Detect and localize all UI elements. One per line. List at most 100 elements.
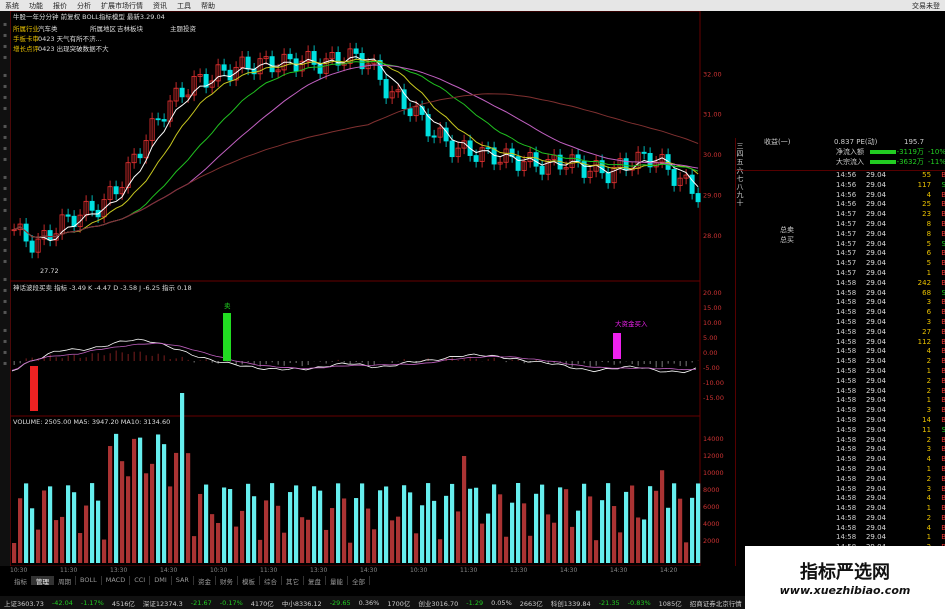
ma-line-5 [13, 56, 699, 242]
tool-icon[interactable]: ▪ [0, 83, 10, 91]
tool-icon[interactable]: ▪ [0, 105, 10, 113]
tool-icon[interactable]: ▪ [0, 287, 10, 295]
buy-signal-bar [30, 366, 38, 411]
tick-row: 14:58 29.04 242 B [836, 279, 945, 289]
candle-body [407, 108, 413, 117]
level-label: 六 [736, 166, 744, 175]
volume-bar [420, 505, 425, 563]
sell-signal-label: 卖 [224, 302, 231, 310]
tick-v: 1 [926, 396, 932, 405]
tool-icon[interactable]: ▪ [0, 338, 10, 346]
menu-item[interactable]: 报价 [48, 1, 72, 11]
tool-icon[interactable]: ▪ [0, 123, 10, 131]
indicator-tab[interactable]: 模板 [238, 576, 260, 586]
tool-icon[interactable]: ▪ [0, 185, 10, 193]
tick-b: B [941, 484, 945, 493]
tool-icon[interactable]: ▪ [0, 43, 10, 51]
tool-icon[interactable]: ▪ [0, 258, 10, 266]
tick-t: 14:58 [836, 513, 857, 522]
volume-axis-tick: 4000 [703, 520, 720, 528]
macd-line-d [11, 342, 697, 371]
menu-item[interactable]: 帮助 [196, 1, 220, 11]
volume-bar [192, 536, 197, 563]
indicator-tab[interactable]: SAR [172, 576, 194, 585]
tick-row: 14:58 29.04 27 B [836, 328, 945, 338]
volume-bar [60, 516, 65, 563]
tick-p: 29.04 [865, 239, 886, 248]
tick-row: 14:56 29.04 117 S [836, 181, 945, 191]
tool-icon[interactable]: ▪ [0, 207, 10, 215]
tool-icon[interactable]: ▪ [0, 349, 10, 357]
tool-icon[interactable]: ▪ [0, 174, 10, 182]
volume-bar [36, 529, 41, 563]
tick-b: B [941, 190, 945, 199]
menu-item[interactable]: 分析 [72, 1, 96, 11]
volume-bar [384, 486, 389, 563]
indicator-tab[interactable]: 量能 [326, 576, 348, 586]
candle-body [695, 193, 701, 203]
indicator-tab[interactable]: MACD [102, 576, 131, 585]
indicator-tab[interactable]: 指标 [10, 576, 32, 586]
volume-bar [468, 488, 473, 563]
tool-icon[interactable]: ▪ [0, 298, 10, 306]
indicator-tab[interactable]: BOLL [76, 576, 102, 585]
tick-p: 29.04 [865, 396, 886, 405]
tool-icon[interactable]: ▪ [0, 276, 10, 284]
tick-b: B [941, 533, 945, 542]
indicator-tab[interactable]: 其它 [282, 576, 304, 586]
login-status[interactable]: 交易未登 [907, 1, 945, 11]
tool-icon[interactable]: ▪ [0, 145, 10, 153]
time-tick: 14:30 [610, 567, 628, 574]
total-sell-label: 总卖 [780, 226, 794, 234]
tick-b: B [941, 386, 945, 395]
volume-bar [312, 486, 317, 563]
tool-icon[interactable]: ▪ [0, 21, 10, 29]
tick-list[interactable]: 14:56 29.04 55 B 14:56 29.04 117 S 14:56 29.04 4 B 1… [736, 171, 945, 553]
indicator-tab[interactable]: 财务 [216, 576, 238, 586]
indicator-tab[interactable]: 复盘 [304, 576, 326, 586]
tick-row: 14:58 29.04 1 B [836, 533, 945, 543]
tick-b: S [941, 425, 945, 434]
tick-row: 14:58 29.04 3 B [836, 485, 945, 495]
volume-bar [186, 453, 191, 563]
indicator-tabs[interactable]: 指标 管理 周期 BOLL MACD CCI DMI SAR 资金 财务 模板 综合 其它 复盘 量能 全部 [10, 576, 370, 586]
tool-icon[interactable]: ▪ [0, 32, 10, 40]
tool-icon[interactable]: ▪ [0, 327, 10, 335]
tool-icon[interactable]: ▪ [0, 225, 10, 233]
indicator-tab[interactable]: 资金 [194, 576, 216, 586]
tool-icon[interactable]: ▪ [0, 72, 10, 80]
indicator-tab[interactable]: 周期 [54, 576, 76, 586]
macd-axis-tick: 5.00 [703, 334, 717, 342]
tick-v: 3 [926, 317, 932, 326]
menu-item[interactable]: 工具 [172, 1, 196, 11]
level-label: 十 [736, 199, 744, 208]
status-item: -0.83% [627, 598, 651, 607]
tool-icon[interactable]: ▪ [0, 134, 10, 142]
tool-icon[interactable]: ▪ [0, 309, 10, 317]
tool-icon[interactable]: ▪ [0, 156, 10, 164]
volume-bar [480, 523, 485, 563]
menu-item[interactable]: 系统 [0, 1, 24, 11]
menu-item[interactable]: 资讯 [148, 1, 172, 11]
tick-t: 14:56 [836, 200, 857, 209]
menu-item[interactable]: 功能 [24, 1, 48, 11]
indicator-tab[interactable]: 综合 [260, 576, 282, 586]
menu-item[interactable]: 扩展市场行情 [96, 1, 148, 11]
indicator-tab[interactable]: CCI [130, 576, 151, 585]
indicator-tab[interactable]: 全部 [348, 576, 370, 586]
tool-icon[interactable]: ▪ [0, 94, 10, 102]
tool-icon[interactable]: ▪ [0, 360, 10, 368]
tool-icon[interactable]: ▪ [0, 196, 10, 204]
volume-bar [156, 434, 161, 563]
volume-bar [630, 485, 635, 563]
tool-icon[interactable]: ▪ [0, 54, 10, 62]
flow-value: -3632万 [896, 158, 924, 166]
tick-row: 14:58 29.04 2B [836, 436, 945, 446]
indicator-tab[interactable]: DMI [150, 576, 172, 585]
tool-icon[interactable]: ▪ [0, 236, 10, 244]
menu-bar: 系统 功能 报价 分析 扩展市场行情 资讯 工具 帮助 交易未登 [0, 0, 945, 11]
tool-icon[interactable]: ▪ [0, 247, 10, 255]
chart-area[interactable]: 牛股一年分分钟 前复权 BOLL指标模型 最新3.29.04 所属行业 汽车类 所属地… [10, 11, 735, 566]
tick-p: 29.04 [865, 415, 886, 424]
indicator-tab[interactable]: 管理 [32, 576, 54, 586]
